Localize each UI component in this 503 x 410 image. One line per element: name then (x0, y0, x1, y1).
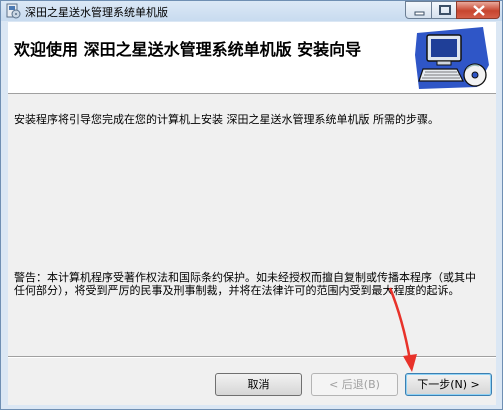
maximize-icon (439, 5, 451, 15)
close-icon (473, 5, 485, 16)
minimize-button[interactable] (405, 1, 432, 19)
title-bar[interactable]: 深田之星送水管理系统单机版 (1, 1, 502, 21)
minimize-icon (414, 11, 425, 16)
next-button[interactable]: 下一步(N) > (405, 373, 492, 396)
installer-app-icon (5, 3, 21, 19)
close-button[interactable] (456, 1, 500, 19)
wizard-header: 欢迎使用 深田之星送水管理系统单机版 安装向导 (8, 22, 496, 94)
computer-with-cd-icon (415, 27, 489, 89)
cancel-button[interactable]: 取消 (215, 373, 302, 396)
wizard-title: 欢迎使用 深田之星送水管理系统单机版 安装向导 (14, 40, 362, 59)
maximize-button[interactable] (431, 1, 457, 19)
window-title: 深田之星送水管理系统单机版 (25, 6, 168, 19)
back-button[interactable]: < 后退(B) (311, 373, 398, 396)
installer-window: 深田之星送水管理系统单机版 欢迎使用 深田之星送水管理系统单机版 安装向导 安装… (0, 0, 503, 410)
copyright-warning: 警告：本计算机程序受著作权法和国际条约保护。如未经授权而擅自复制或传播本程序（或… (14, 271, 476, 297)
intro-text: 安装程序将引导您完成在您的计算机上安装 深田之星送水管理系统单机版 所需的步骤。 (14, 113, 439, 126)
button-separator (8, 356, 496, 358)
wizard-client-area: 欢迎使用 深田之星送水管理系统单机版 安装向导 安装程序将引导您完成在您的计算机… (8, 22, 496, 405)
